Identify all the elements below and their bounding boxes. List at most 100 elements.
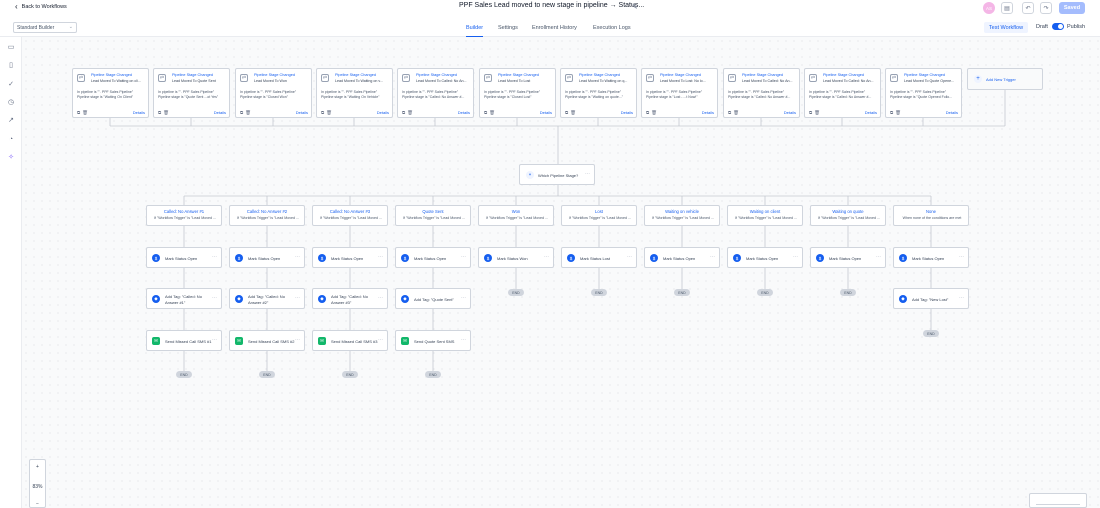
status-action-node[interactable]: $ Mark Status Open ⋯ <box>644 247 720 268</box>
redo-icon[interactable]: ↷ <box>1040 2 1052 14</box>
more-options-icon[interactable]: ⋯ <box>627 254 632 260</box>
trash-icon[interactable]: 🗑 <box>326 110 334 115</box>
branch-node[interactable]: Won If "Workflow Trigger" is "Lead Moved … <box>478 205 554 226</box>
branch-node[interactable]: Lost If "Workflow Trigger" is "Lead Moved… <box>561 205 637 226</box>
branch-node[interactable]: Waiting on vehicle If "Workflow Trigger" … <box>644 205 720 226</box>
trigger-card[interactable]: ⇄ Pipeline Stage Changed Lead Moved To Q… <box>885 68 962 118</box>
tag-action-node[interactable]: ◆ Add Tag: "Called: No Answer #1" ⋯ <box>146 288 222 309</box>
branch-node[interactable]: Waiting on quote If "Workflow Trigger" is… <box>810 205 886 226</box>
tag-action-node[interactable]: ◆ Add Tag: "Quote Sent" ⋯ <box>395 288 471 309</box>
tag-action-node[interactable]: ◆ Add Tag: "Called: No Answer #3" ⋯ <box>312 288 388 309</box>
trigger-card[interactable]: ⇄ Pipeline Stage Changed Lead Moved To C… <box>804 68 881 118</box>
clock-icon[interactable]: ◔ <box>6 134 16 144</box>
more-options-icon[interactable]: ⋯ <box>295 254 300 260</box>
more-options-icon[interactable]: ⋯ <box>461 254 466 260</box>
status-action-node[interactable]: $ Mark Status Open ⋯ <box>146 247 222 268</box>
trigger-details-link[interactable]: Details <box>865 110 877 115</box>
sms-action-node[interactable]: ✉ Send Missed Call SMS #2 ⋯ <box>229 330 305 351</box>
add-new-trigger-button[interactable]: + Add New Trigger <box>967 68 1043 90</box>
trigger-details-link[interactable]: Details <box>621 110 633 115</box>
branch-node[interactable]: None When none of the conditions are met <box>893 205 969 226</box>
trash-icon[interactable]: 🗑 <box>163 110 171 115</box>
status-action-node[interactable]: $ Mark Status Open ⋯ <box>312 247 388 268</box>
zoom-in-button[interactable]: + <box>30 464 45 470</box>
trash-icon[interactable]: 🗑 <box>82 110 90 115</box>
more-options-icon[interactable]: ⋯ <box>585 171 590 177</box>
if-else-node[interactable]: ⑂ Which Pipeline Stage? ⋯ <box>519 164 595 185</box>
avatar[interactable]: AS <box>983 2 995 14</box>
external-link-icon[interactable]: ↗ <box>6 115 16 125</box>
trigger-details-link[interactable]: Details <box>540 110 552 115</box>
more-options-icon[interactable]: ⋯ <box>378 337 383 343</box>
document-icon[interactable]: ▤ <box>1001 2 1013 14</box>
more-options-icon[interactable]: ⋯ <box>461 337 466 343</box>
trigger-card[interactable]: ⇄ Pipeline Stage Changed Lead Moved To L… <box>641 68 718 118</box>
history-icon[interactable]: ◷ <box>6 97 16 107</box>
tab-settings[interactable]: Settings <box>498 25 518 31</box>
status-action-node[interactable]: $ Mark Status Open ⋯ <box>395 247 471 268</box>
edit-pencil-icon[interactable]: ✎ <box>632 3 638 11</box>
comment-icon[interactable]: ▭ <box>6 42 16 52</box>
publish-toggle[interactable] <box>1052 23 1064 30</box>
more-options-icon[interactable]: ⋯ <box>212 254 217 260</box>
file-icon[interactable]: ▯ <box>6 60 16 70</box>
more-options-icon[interactable]: ⋯ <box>544 254 549 260</box>
tab-execution-logs[interactable]: Execution Logs <box>593 25 631 31</box>
trigger-details-link[interactable]: Details <box>133 110 145 115</box>
more-options-icon[interactable]: ⋯ <box>710 254 715 260</box>
more-options-icon[interactable]: ⋯ <box>461 295 466 301</box>
status-action-node[interactable]: $ Mark Status Open ⋯ <box>229 247 305 268</box>
trigger-details-link[interactable]: Details <box>377 110 389 115</box>
trigger-card[interactable]: ⇄ Pipeline Stage Changed Lead Moved To C… <box>397 68 474 118</box>
zoom-out-button[interactable]: − <box>30 501 45 507</box>
more-options-icon[interactable]: ⋯ <box>295 337 300 343</box>
trigger-card[interactable]: ⇄ Pipeline Stage Changed Lead Moved To W… <box>316 68 393 118</box>
back-to-workflows-link[interactable]: ‹ Back to Workflows <box>15 3 67 11</box>
branch-node[interactable]: Quote Sent If "Workflow Trigger" is "Lead… <box>395 205 471 226</box>
branch-node[interactable]: Called: No Answer #2 If "Workflow Trigger… <box>229 205 305 226</box>
trigger-card[interactable]: ⇄ Pipeline Stage Changed Lead Moved To W… <box>235 68 312 118</box>
trash-icon[interactable]: 🗑 <box>489 110 497 115</box>
sms-action-node[interactable]: ✉ Send Quote Sent SMS ⋯ <box>395 330 471 351</box>
trigger-details-link[interactable]: Details <box>458 110 470 115</box>
more-options-icon[interactable]: ⋯ <box>959 254 964 260</box>
save-button[interactable]: Saved <box>1059 2 1085 14</box>
more-options-icon[interactable]: ⋯ <box>876 254 881 260</box>
status-action-node[interactable]: $ Mark Status Lost ⋯ <box>561 247 637 268</box>
branch-node[interactable]: Called: No Answer #1 If "Workflow Trigger… <box>146 205 222 226</box>
trigger-card[interactable]: ⇄ Pipeline Stage Changed Lead Moved To W… <box>560 68 637 118</box>
builder-select[interactable]: Standard Builder ⌄ <box>13 22 77 33</box>
status-action-node[interactable]: $ Mark Status Won ⋯ <box>478 247 554 268</box>
workflow-title[interactable]: PPF Sales Lead moved to new stage in pip… <box>459 2 644 9</box>
status-action-node[interactable]: $ Mark Status Open ⋯ <box>727 247 803 268</box>
tag-action-node[interactable]: ◆ Add Tag: "New Lost" ⋯ <box>893 288 969 309</box>
trigger-card[interactable]: ⇄ Pipeline Stage Changed Lead Moved To W… <box>72 68 149 118</box>
status-action-node[interactable]: $ Mark Status Open ⋯ <box>810 247 886 268</box>
trigger-details-link[interactable]: Details <box>946 110 958 115</box>
trash-icon[interactable]: 🗑 <box>895 110 903 115</box>
trash-icon[interactable]: 🗑 <box>407 110 415 115</box>
more-options-icon[interactable]: ⋯ <box>793 254 798 260</box>
branch-node[interactable]: Called: No Answer #3 If "Workflow Trigger… <box>312 205 388 226</box>
sms-action-node[interactable]: ✉ Send Missed Call SMS #3 ⋯ <box>312 330 388 351</box>
status-action-node[interactable]: $ Mark Status Open ⋯ <box>893 247 969 268</box>
more-options-icon[interactable]: ⋯ <box>378 295 383 301</box>
trigger-card[interactable]: ⇄ Pipeline Stage Changed Lead Moved To Q… <box>153 68 230 118</box>
more-options-icon[interactable]: ⋯ <box>295 295 300 301</box>
test-workflow-button[interactable]: Test Workflow <box>984 22 1028 33</box>
trigger-details-link[interactable]: Details <box>784 110 796 115</box>
minimap[interactable] <box>1029 493 1087 508</box>
branch-node[interactable]: Waiting on client If "Workflow Trigger" i… <box>727 205 803 226</box>
more-options-icon[interactable]: ⋯ <box>959 295 964 301</box>
trigger-details-link[interactable]: Details <box>214 110 226 115</box>
trigger-details-link[interactable]: Details <box>702 110 714 115</box>
trigger-card[interactable]: ⇄ Pipeline Stage Changed Lead Moved To L… <box>479 68 556 118</box>
more-options-icon[interactable]: ⋯ <box>212 295 217 301</box>
tab-enrollment-history[interactable]: Enrollment History <box>532 25 577 31</box>
trash-icon[interactable]: 🗑 <box>245 110 253 115</box>
check-circle-icon[interactable]: ✓ <box>6 79 16 89</box>
undo-icon[interactable]: ↶ <box>1022 2 1034 14</box>
trash-icon[interactable]: 🗑 <box>814 110 822 115</box>
trash-icon[interactable]: 🗑 <box>651 110 659 115</box>
trash-icon[interactable]: 🗑 <box>570 110 578 115</box>
